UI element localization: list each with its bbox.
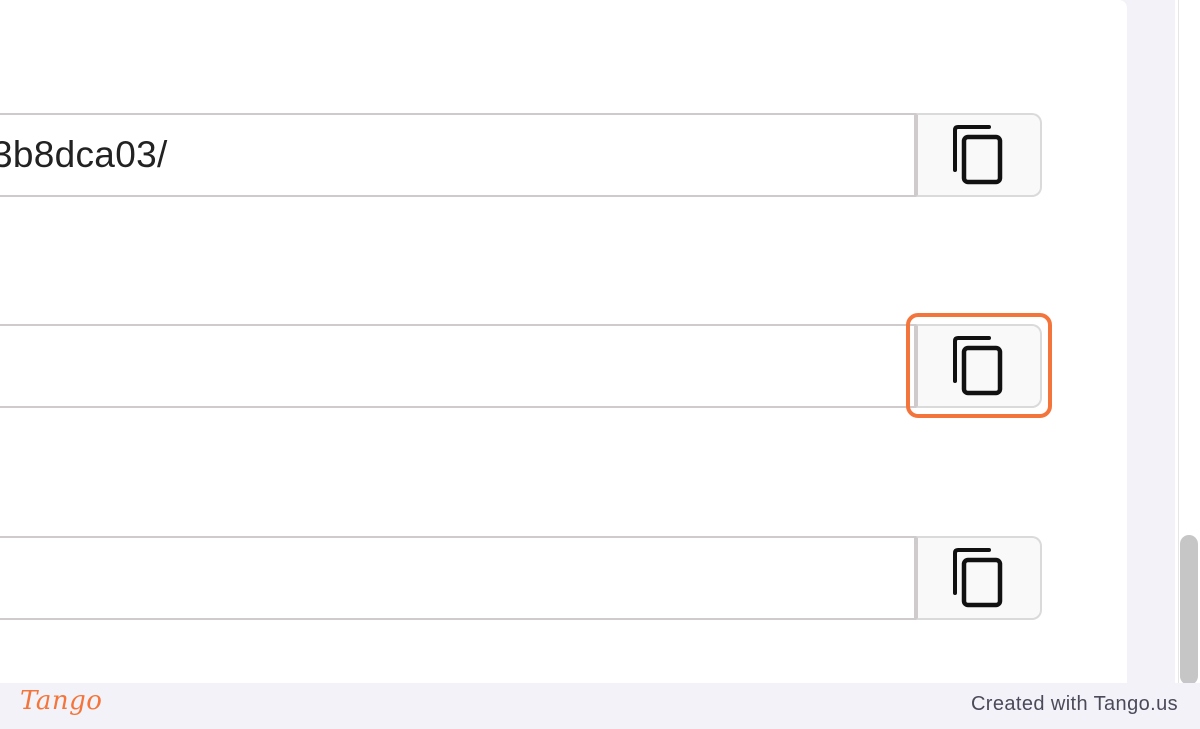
footer: Tango Created with Tango.us bbox=[0, 683, 1200, 729]
copy-button-1[interactable] bbox=[916, 113, 1042, 197]
scrollbar-divider bbox=[1178, 0, 1179, 683]
scrollbar-thumb[interactable] bbox=[1180, 535, 1198, 685]
copy-icon bbox=[953, 548, 1003, 608]
footer-credit: Created with Tango.us bbox=[970, 693, 1178, 715]
copy-button-2[interactable] bbox=[916, 324, 1042, 408]
secret-field[interactable] bbox=[0, 324, 916, 408]
field-row-2 bbox=[0, 324, 1042, 408]
field-row-1: 3b8dca03/ bbox=[0, 113, 1042, 197]
copy-button-3[interactable] bbox=[916, 536, 1042, 620]
url-field-value: 3b8dca03/ bbox=[0, 134, 168, 175]
field-row-3 bbox=[0, 536, 1042, 620]
url-field[interactable]: 3b8dca03/ bbox=[0, 113, 916, 197]
copy-icon bbox=[953, 125, 1003, 185]
token-field[interactable] bbox=[0, 536, 916, 620]
tango-logo: Tango bbox=[20, 686, 103, 716]
copy-icon bbox=[953, 336, 1003, 396]
